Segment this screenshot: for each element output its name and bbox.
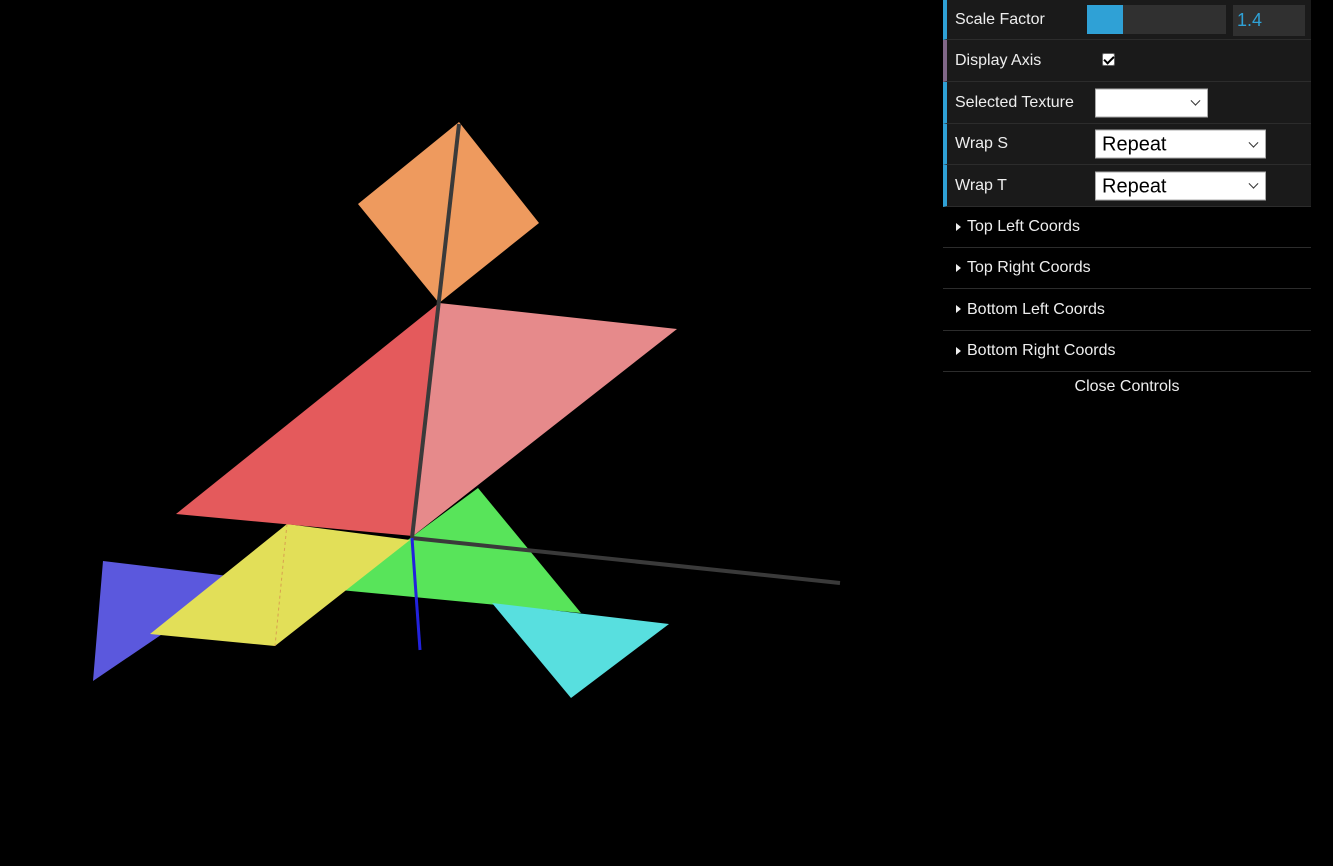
scale-factor-slider-fill: [1087, 5, 1124, 34]
folder-bottom-right-coords[interactable]: Bottom Right Coords: [943, 331, 1311, 372]
chevron-down-icon: [1248, 137, 1259, 148]
folder-label: Top Left Coords: [967, 218, 1080, 235]
tangram-pink-triangle: [413, 303, 677, 536]
display-axis-checkbox[interactable]: [1102, 53, 1115, 66]
wrap-t-value: Repeat: [1102, 175, 1167, 197]
close-controls-button[interactable]: Close Controls: [943, 372, 1311, 402]
scale-factor-row: Scale Factor 1.4: [943, 0, 1311, 40]
selected-texture-select[interactable]: [1095, 88, 1208, 117]
display-axis-label: Display Axis: [955, 51, 1042, 69]
scale-factor-slider[interactable]: [1087, 5, 1226, 34]
triangle-right-icon: [956, 264, 961, 272]
triangle-right-icon: [956, 347, 961, 355]
folder-label: Bottom Left Coords: [967, 300, 1105, 318]
wrap-s-value: Repeat: [1102, 133, 1167, 156]
chevron-down-icon: [1190, 95, 1201, 106]
wrap-s-label: Wrap S: [955, 135, 1009, 152]
controls-panel: Scale Factor 1.4 Display Axis Selected T…: [943, 0, 1311, 402]
wrap-t-label: Wrap T: [955, 176, 1007, 194]
display-axis-row: Display Axis: [943, 40, 1311, 82]
wrap-s-select[interactable]: Repeat: [1095, 129, 1266, 159]
tangram-cyan-triangle: [492, 603, 669, 698]
folder-label: Bottom Right Coords: [967, 342, 1116, 359]
scale-factor-input[interactable]: 1.4: [1233, 5, 1305, 36]
selected-texture-row: Selected Texture: [943, 82, 1311, 124]
chevron-down-icon: [1248, 178, 1259, 189]
folder-top-right-coords[interactable]: Top Right Coords: [943, 248, 1311, 289]
triangle-right-icon: [956, 223, 961, 231]
tangram-red-triangle: [176, 303, 439, 536]
triangle-right-icon: [956, 305, 961, 313]
selected-texture-label: Selected Texture: [955, 93, 1074, 111]
scale-factor-label: Scale Factor: [955, 10, 1045, 28]
wrap-t-select[interactable]: Repeat: [1095, 171, 1266, 200]
folder-top-left-coords[interactable]: Top Left Coords: [943, 207, 1311, 248]
wrap-t-row: Wrap T Repeat: [943, 165, 1311, 207]
folder-bottom-left-coords[interactable]: Bottom Left Coords: [943, 289, 1311, 331]
wrap-s-row: Wrap S Repeat: [943, 124, 1311, 165]
folder-label: Top Right Coords: [967, 259, 1091, 276]
